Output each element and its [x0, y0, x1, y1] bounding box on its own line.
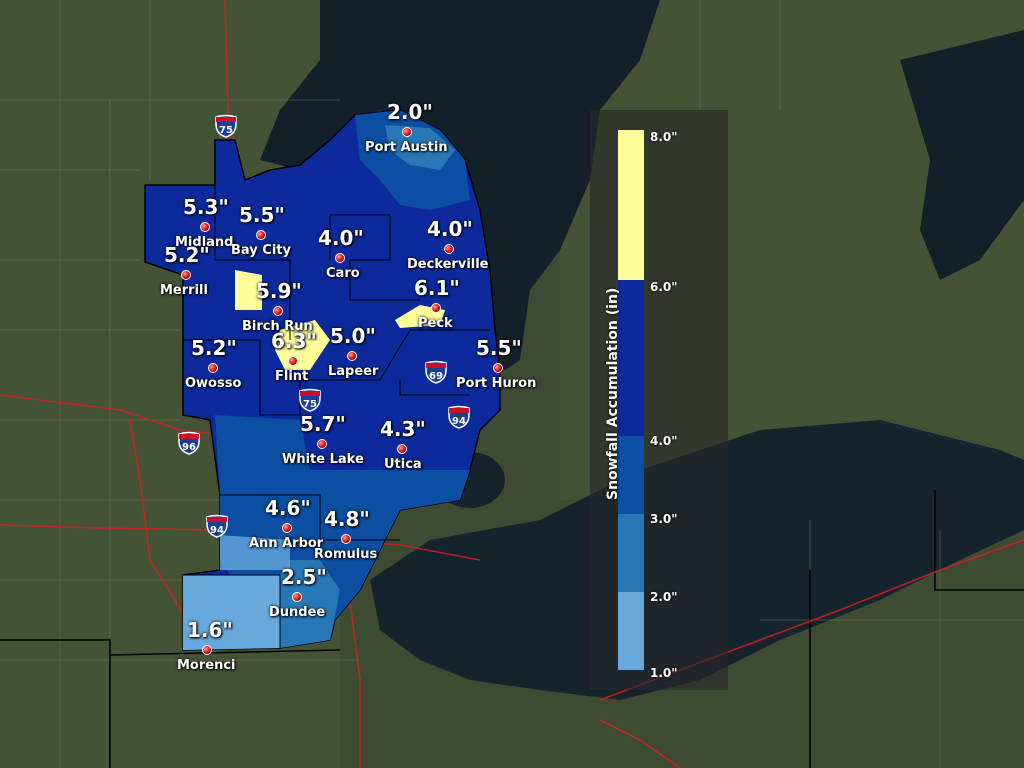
svg-text:75: 75 [303, 399, 317, 410]
interstate-shield-icon: 75 [299, 388, 321, 412]
interstate-shield-icon: 96 [178, 431, 200, 455]
city-name: White Lake [282, 452, 364, 467]
city-marker-icon[interactable] [256, 230, 266, 240]
legend-tick: 8.0" [650, 130, 678, 144]
city-marker-icon[interactable] [292, 592, 302, 602]
city-name: Ann Arbor [249, 536, 324, 551]
interstate-shield-icon: 94 [448, 405, 470, 429]
legend-segment-lightblue [618, 592, 644, 670]
city-name: Flint [275, 369, 309, 384]
snowfall-value: 6.3" [271, 329, 317, 353]
city-name: Dundee [269, 605, 326, 620]
city-name: Bay City [231, 243, 291, 258]
city-name: Owosso [185, 376, 242, 391]
city-name: Port Austin [365, 140, 448, 155]
city-name: Deckerville [407, 257, 489, 272]
city-marker-icon[interactable] [347, 351, 357, 361]
legend-tick: 6.0" [650, 280, 678, 294]
city-marker-icon[interactable] [288, 356, 298, 366]
city-name: Lapeer [328, 364, 379, 379]
snowfall-value: 4.3" [380, 417, 426, 441]
svg-text:96: 96 [182, 442, 196, 453]
snowfall-value: 2.0" [387, 100, 433, 124]
legend-title: Snowfall Accumulation (in) [605, 287, 621, 500]
city-marker-icon[interactable] [317, 439, 327, 449]
city-name: Merrill [160, 283, 208, 298]
city-marker-icon[interactable] [273, 306, 283, 316]
snowfall-value: 4.6" [265, 496, 311, 520]
legend-color-bar [618, 130, 644, 670]
city-marker-icon[interactable] [200, 222, 210, 232]
city-name: Utica [384, 457, 422, 472]
legend-segment-darkblue [618, 280, 644, 436]
legend-segment-blue [618, 514, 644, 592]
snowfall-value: 5.2" [164, 243, 210, 267]
interstate-shield-icon: 94 [206, 514, 228, 538]
city-name: Morenci [177, 658, 236, 673]
city-name: Caro [326, 266, 360, 281]
interstate-shield-icon: 69 [425, 360, 447, 384]
snowfall-value: 5.5" [239, 203, 285, 227]
city-marker-icon[interactable] [493, 363, 503, 373]
snowfall-value: 5.2" [191, 336, 237, 360]
svg-text:94: 94 [452, 416, 466, 427]
snowfall-value: 5.0" [330, 324, 376, 348]
snowfall-value: 5.9" [256, 279, 302, 303]
city-marker-icon[interactable] [444, 244, 454, 254]
city-marker-icon[interactable] [341, 534, 351, 544]
snowfall-value: 5.5" [476, 336, 522, 360]
snowfall-value: 5.3" [183, 195, 229, 219]
city-marker-icon[interactable] [202, 645, 212, 655]
city-name: Romulus [314, 547, 378, 562]
city-marker-icon[interactable] [335, 253, 345, 263]
city-marker-icon[interactable] [431, 303, 441, 313]
city-name: Port Huron [456, 376, 537, 391]
snowfall-value: 4.0" [427, 217, 473, 241]
snowfall-value: 2.5" [281, 565, 327, 589]
city-marker-icon[interactable] [181, 270, 191, 280]
svg-text:69: 69 [429, 371, 443, 382]
city-marker-icon[interactable] [397, 444, 407, 454]
city-marker-icon[interactable] [208, 363, 218, 373]
legend-tick: 2.0" [650, 590, 678, 604]
city-marker-icon[interactable] [402, 127, 412, 137]
legend-segment-midblue [618, 436, 644, 514]
legend-segment-yellow [618, 130, 644, 280]
snowfall-value: 5.7" [300, 412, 346, 436]
svg-text:75: 75 [219, 125, 233, 136]
snowfall-value: 6.1" [414, 276, 460, 300]
interstate-shield-icon: 75 [215, 114, 237, 138]
legend-tick: 4.0" [650, 434, 678, 448]
city-marker-icon[interactable] [282, 523, 292, 533]
snowfall-value: 4.0" [318, 226, 364, 250]
snowfall-value: 4.8" [324, 507, 370, 531]
svg-text:94: 94 [210, 525, 224, 536]
legend-tick: 1.0" [650, 666, 678, 680]
city-name: Peck [418, 316, 453, 331]
legend-tick: 3.0" [650, 512, 678, 526]
snowfall-value: 1.6" [187, 618, 233, 642]
